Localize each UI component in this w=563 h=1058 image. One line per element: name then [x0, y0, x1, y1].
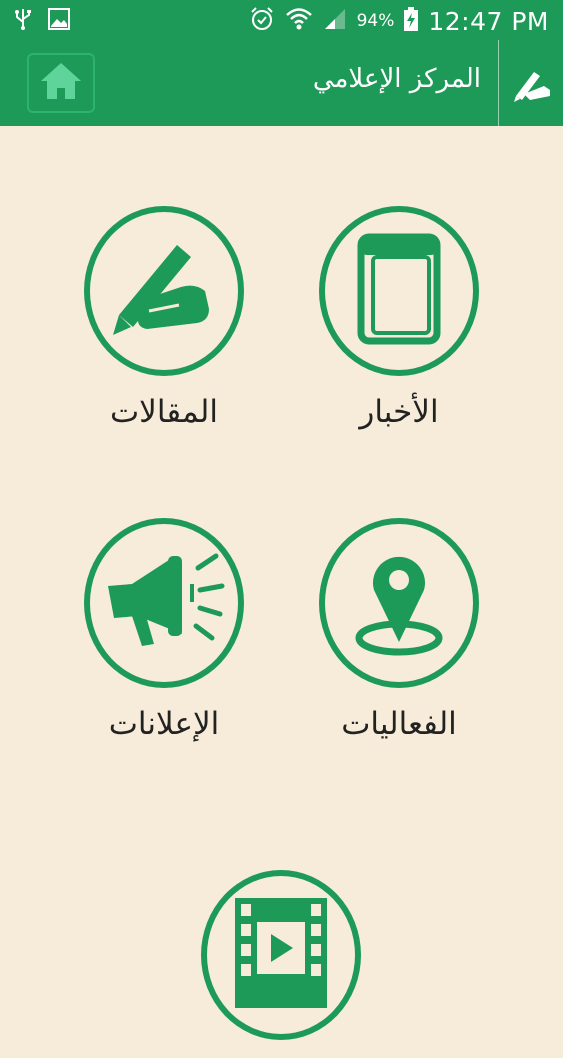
megaphone-icon [102, 546, 226, 660]
signal-icon [323, 7, 347, 35]
announcements-label: الإعلانات [108, 706, 220, 742]
news-circle [319, 206, 479, 376]
battery-percent: 94% [356, 11, 395, 31]
news-tile[interactable]: الأخبار [299, 206, 499, 430]
articles-label: المقالات [110, 394, 218, 430]
pen-logo-icon [510, 66, 552, 106]
home-button[interactable] [27, 53, 95, 113]
video-circle [201, 870, 361, 1040]
home-icon [39, 61, 83, 105]
video-film-icon [235, 898, 327, 1012]
location-pin-icon [354, 546, 444, 660]
wifi-icon [285, 6, 313, 36]
book-icon [357, 233, 441, 349]
announcements-tile[interactable]: الإعلانات [64, 518, 264, 742]
divider [498, 40, 499, 126]
alarm-icon [249, 6, 275, 36]
app-title: المركز الإعلامي [312, 64, 481, 94]
app-bar: المركز الإعلامي [0, 40, 563, 126]
articles-circle [84, 206, 244, 376]
announcements-circle [84, 518, 244, 688]
writing-hand-icon [109, 239, 219, 343]
usb-icon [14, 8, 32, 34]
battery-charging-icon [404, 7, 419, 35]
image-icon [48, 8, 70, 34]
events-tile[interactable]: الفعاليات [299, 518, 499, 742]
events-label: الفعاليات [341, 706, 457, 742]
clock: 12:47 PM [428, 6, 549, 36]
articles-tile[interactable]: المقالات [64, 206, 264, 430]
events-circle [319, 518, 479, 688]
status-bar: 94% 12:47 PM [0, 0, 563, 40]
video-tile[interactable] [181, 870, 381, 1058]
news-label: الأخبار [359, 394, 439, 430]
